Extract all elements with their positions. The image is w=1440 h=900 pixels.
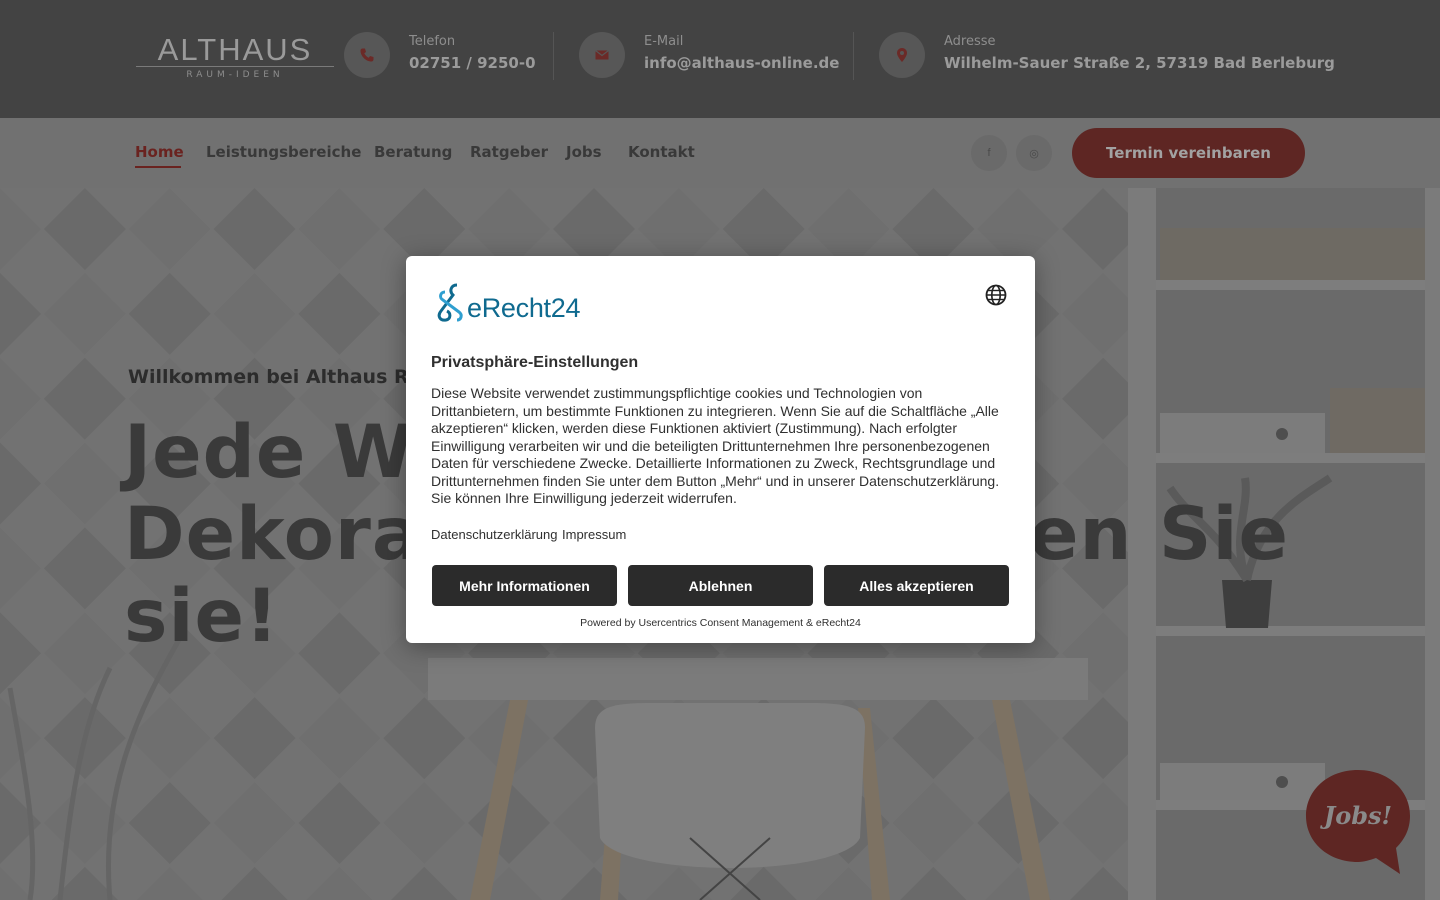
nav-beratung[interactable]: Beratung xyxy=(374,143,452,161)
contact-address-value[interactable]: Wilhelm-Sauer Straße 2, 57319 Bad Berleb… xyxy=(944,54,1335,72)
book-appointment-button[interactable]: Termin vereinbaren xyxy=(1072,128,1305,178)
top-bar: ALTHAUS RAUM-IDEEN Telefon 02751 / 9250-… xyxy=(0,0,1440,118)
divider xyxy=(553,32,554,80)
nav-active-indicator xyxy=(135,166,181,168)
erecht24-symbol-icon xyxy=(437,283,463,322)
speech-bubble-icon: Jobs! xyxy=(1306,770,1410,874)
contact-address-label: Adresse xyxy=(944,34,996,49)
instagram-icon[interactable]: ◎ xyxy=(1016,135,1052,171)
nav-ratgeber[interactable]: Ratgeber xyxy=(470,143,548,161)
contact-email-label: E-Mail xyxy=(644,34,684,49)
contact-email[interactable]: E-Mail info@althaus-online.de xyxy=(579,32,839,78)
jobs-badge-label: Jobs! xyxy=(1320,801,1392,830)
powered-by-notice: Powered by Usercentrics Consent Manageme… xyxy=(580,617,861,629)
accept-all-button[interactable]: Alles akzeptieren xyxy=(824,565,1009,606)
divider xyxy=(853,32,854,80)
facebook-icon[interactable]: f xyxy=(971,135,1007,171)
contact-phone[interactable]: Telefon 02751 / 9250-0 xyxy=(344,32,544,78)
nav-kontakt[interactable]: Kontakt xyxy=(628,143,695,161)
logo-tagline: RAUM-IDEEN xyxy=(186,70,284,80)
language-globe-icon[interactable] xyxy=(985,284,1007,306)
nav-jobs[interactable]: Jobs xyxy=(566,143,602,161)
main-navigation: Home Leistungsbereiche Beratung Ratgeber… xyxy=(0,118,1440,188)
phone-icon xyxy=(344,32,390,78)
jobs-badge[interactable]: Jobs! xyxy=(1304,768,1412,876)
althaus-logo[interactable]: ALTHAUS RAUM-IDEEN xyxy=(136,34,334,84)
deny-button[interactable]: Ablehnen xyxy=(628,565,813,606)
nav-home[interactable]: Home xyxy=(135,143,184,161)
imprint-link[interactable]: Impressum xyxy=(562,527,626,542)
nav-leistungsbereiche[interactable]: Leistungsbereiche xyxy=(206,143,361,161)
contact-email-value[interactable]: info@althaus-online.de xyxy=(644,54,839,72)
erecht24-wordmark: eRecht24 xyxy=(467,293,581,323)
hero-title-line-2-right: en Sie xyxy=(1029,492,1290,577)
consent-description: Diese Website verwendet zustimmungspflic… xyxy=(431,385,1000,506)
privacy-policy-link[interactable]: Datenschutzerklärung xyxy=(431,527,557,542)
privacy-consent-dialog: eRecht24 Privatsphäre-Einstellungen Dies… xyxy=(406,256,1035,643)
contact-address[interactable]: Adresse Wilhelm-Sauer Straße 2, 57319 Ba… xyxy=(879,32,1335,78)
consent-title: Privatsphäre-Einstellungen xyxy=(431,354,639,371)
erecht24-logo: eRecht24 xyxy=(431,282,601,323)
logo-wordmark: ALTHAUS xyxy=(157,32,313,67)
hero-title-line-2-left: Dekora xyxy=(124,492,423,577)
location-pin-icon xyxy=(879,32,925,78)
contact-phone-value[interactable]: 02751 / 9250-0 xyxy=(409,54,536,72)
more-information-button[interactable]: Mehr Informationen xyxy=(432,565,617,606)
logo-divider xyxy=(136,66,334,67)
hero-subtitle: Willkommen bei Althaus Rau xyxy=(128,366,435,388)
mail-icon xyxy=(579,32,625,78)
contact-phone-label: Telefon xyxy=(409,34,456,49)
